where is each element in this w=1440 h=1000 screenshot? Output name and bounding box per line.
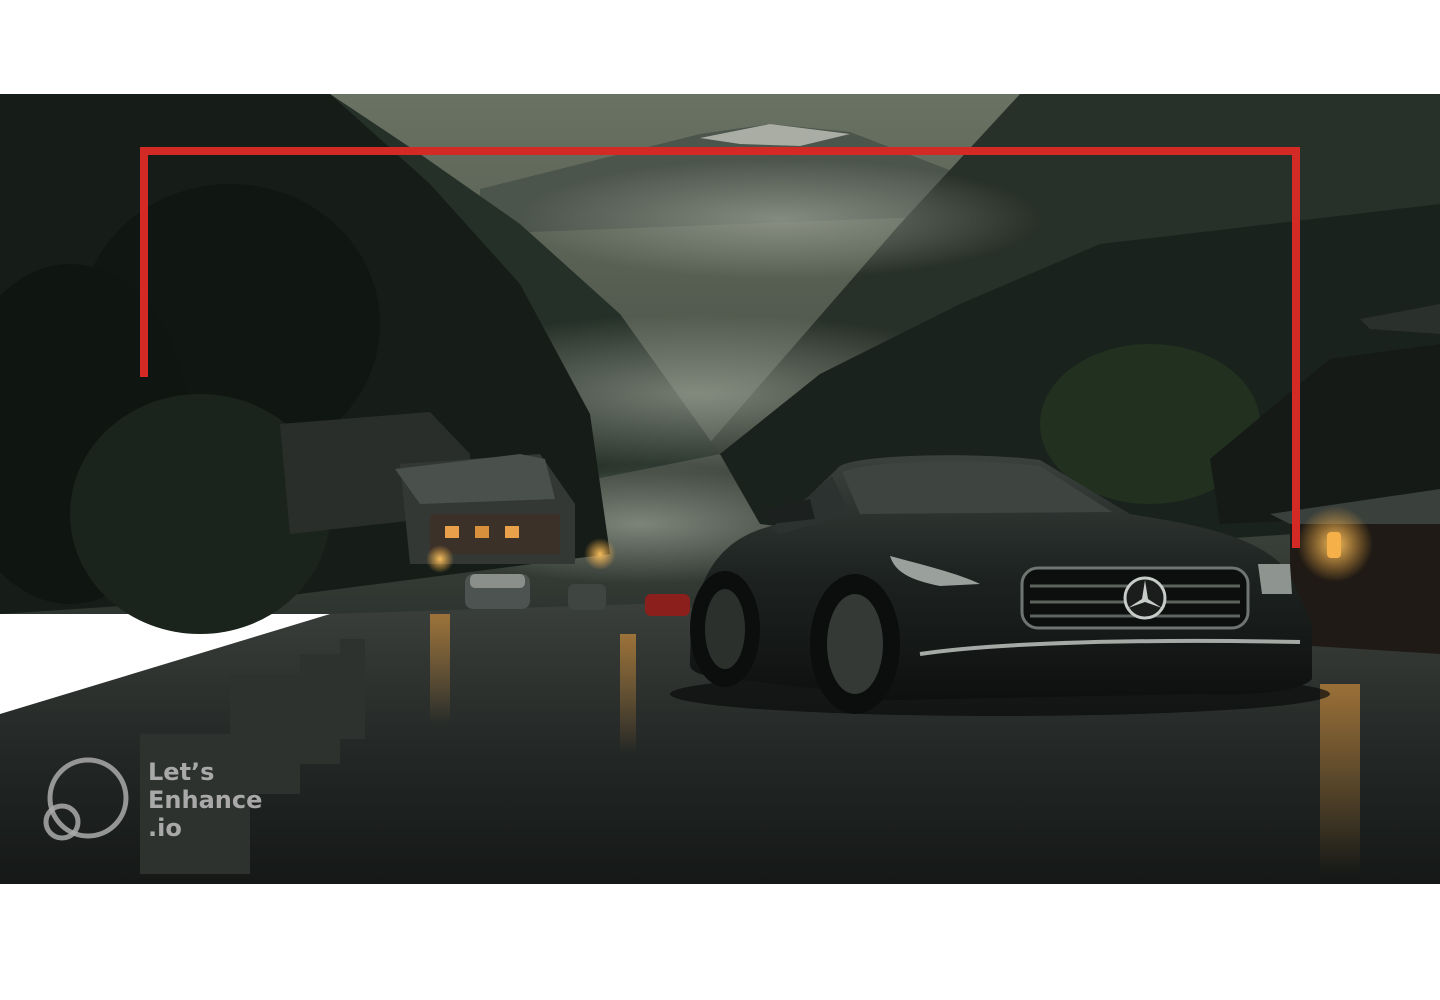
mist — [520, 159, 1040, 279]
watermark-line: Let’s — [148, 758, 215, 786]
letsenhance-logo-icon — [43, 757, 129, 841]
road-reflection — [430, 614, 450, 724]
watermark-line: .io — [148, 814, 182, 842]
distant-car-red — [645, 594, 690, 616]
mercedes-star-icon — [1123, 576, 1167, 620]
road-reflection — [1320, 684, 1360, 874]
letsenhance-watermark: Let’s Enhance .io — [42, 756, 302, 846]
distant-car — [465, 574, 530, 609]
watermark-text: Let’s Enhance .io — [148, 758, 262, 842]
distant-car — [568, 584, 606, 610]
road-reflection — [620, 634, 636, 754]
watermark-line: Enhance — [148, 786, 263, 814]
